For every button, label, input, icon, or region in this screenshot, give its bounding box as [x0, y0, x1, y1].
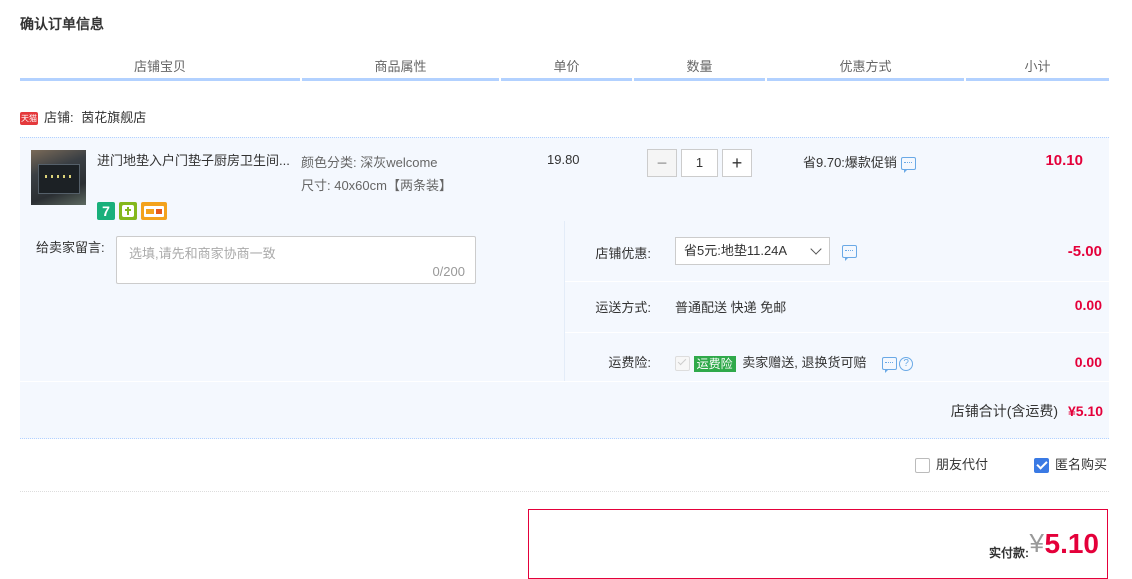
shop-label: 店铺:: [44, 110, 74, 125]
shop-discount-label: 店铺优惠:: [595, 246, 651, 261]
item-subtotal: 10.10: [1045, 152, 1083, 169]
header-subtotal: 小计: [966, 56, 1109, 81]
shop-discount-amount: -5.00: [1067, 243, 1102, 260]
shop-total: 店铺合计(含运费) ¥5.10: [951, 401, 1103, 421]
insurance-info-icon[interactable]: [882, 357, 898, 374]
seven-day-return-icon: 7: [97, 202, 115, 220]
insurance-checkbox: [675, 356, 690, 372]
row-divider: [565, 281, 1109, 282]
order-detail-panel: 给卖家留言: 选填,请先和商家协商一致 0/200 店铺优惠: 省5元:地垫11…: [20, 221, 1109, 381]
sku-size: 尺寸: 40x60cm【两条装】: [301, 178, 452, 193]
insurance-content: 运费险 卖家赠送, 退换货可赔 ?: [675, 352, 914, 374]
chevron-down-icon: [810, 243, 822, 255]
product-title-link[interactable]: 进门地垫入户门垫子厨房卫生间...: [97, 150, 297, 169]
sku-color: 颜色分类: 深灰welcome: [301, 155, 438, 170]
friend-pay-checkbox[interactable]: [915, 458, 930, 474]
friend-pay-label: 朋友代付: [936, 457, 989, 472]
help-question-icon[interactable]: ?: [899, 356, 914, 371]
insurance-label: 运费险:: [608, 355, 651, 370]
coupon-info-icon[interactable]: [842, 245, 857, 261]
message-char-counter: 0/200: [432, 264, 465, 279]
quantity-plus-button[interactable]: +: [722, 149, 752, 177]
payment-amount: 5.10: [1044, 528, 1100, 559]
shop-name-link[interactable]: 茵花旗舰店: [81, 110, 146, 125]
order-item-row: 进门地垫入户门垫子厨房卫生间... 7 颜色分类: 深灰welcome 尺寸: …: [20, 137, 1109, 221]
friend-pay-option[interactable]: 朋友代付: [915, 456, 988, 474]
insurance-row: 运费险: 运费险 卖家赠送, 退换货可赔 ? 0.00: [565, 352, 1109, 374]
shop-coupon-select[interactable]: 省5元:地垫11.24A: [675, 237, 830, 265]
service-badges: 7: [97, 170, 187, 220]
message-to-seller-input[interactable]: 选填,请先和商家协商一致 0/200: [116, 236, 476, 284]
header-discount: 优惠方式: [767, 56, 964, 81]
payment-summary: 实付款: ¥ 5.10: [528, 509, 1108, 579]
doormat-pattern: [45, 175, 71, 178]
payment-label: 实付款:: [989, 546, 1029, 560]
credit-card-icon: [141, 202, 167, 220]
shipping-method: 普通配送 快递 免邮: [675, 300, 787, 315]
header-quantity: 数量: [634, 56, 765, 81]
product-thumbnail[interactable]: [31, 150, 86, 205]
quantity-input[interactable]: 1: [681, 149, 718, 177]
header-unit-price: 单价: [501, 56, 632, 81]
currency-symbol: ¥: [1029, 528, 1044, 558]
message-placeholder: 选填,请先和商家协商一致: [129, 246, 276, 261]
anonymous-purchase-label: 匿名购买: [1055, 457, 1108, 472]
promotion-text: 省9.70:爆款促销: [803, 155, 897, 170]
shop-total-value: ¥5.10: [1067, 403, 1103, 419]
shop-info: 天猫 店铺: 茵花旗舰店: [20, 108, 146, 128]
section-divider: [20, 491, 1109, 492]
tmall-icon: 天猫: [20, 112, 38, 126]
header-item: 店铺宝贝: [20, 56, 300, 81]
unit-price: 19.80: [547, 152, 580, 167]
shop-total-row: 店铺合计(含运费) ¥5.10: [20, 382, 1109, 439]
quality-icon: [119, 202, 137, 220]
table-header: 店铺宝贝 商品属性 单价 数量 优惠方式 小计: [20, 56, 1109, 81]
anonymous-purchase-checkbox[interactable]: [1034, 458, 1049, 474]
shop-total-label: 店铺合计(含运费): [950, 403, 1059, 419]
item-promotion: 省9.70:爆款促销: [803, 152, 916, 174]
row-divider: [565, 332, 1109, 333]
insurance-amount: 0.00: [1074, 354, 1102, 370]
message-label: 给卖家留言:: [36, 240, 105, 255]
promotion-info-icon[interactable]: [900, 157, 916, 174]
page-title: 确认订单信息: [20, 16, 104, 32]
shop-discount-row: 店铺优惠: 省5元:地垫11.24A -5.00: [565, 237, 1109, 267]
shipping-amount: 0.00: [1074, 297, 1102, 313]
header-attributes: 商品属性: [302, 56, 499, 81]
insurance-text: 卖家赠送, 退换货可赔: [742, 355, 867, 370]
quantity-minus-button[interactable]: −: [647, 149, 677, 177]
coupon-selected-value: 省5元:地垫11.24A: [684, 243, 788, 258]
anonymous-purchase-option[interactable]: 匿名购买: [1034, 456, 1107, 474]
doormat-image: [38, 164, 80, 194]
insurance-tag: 运费险: [693, 355, 736, 372]
shipping-label: 运送方式:: [595, 300, 651, 315]
shipping-row: 运送方式: 普通配送 快递 免邮 0.00: [565, 297, 1109, 317]
